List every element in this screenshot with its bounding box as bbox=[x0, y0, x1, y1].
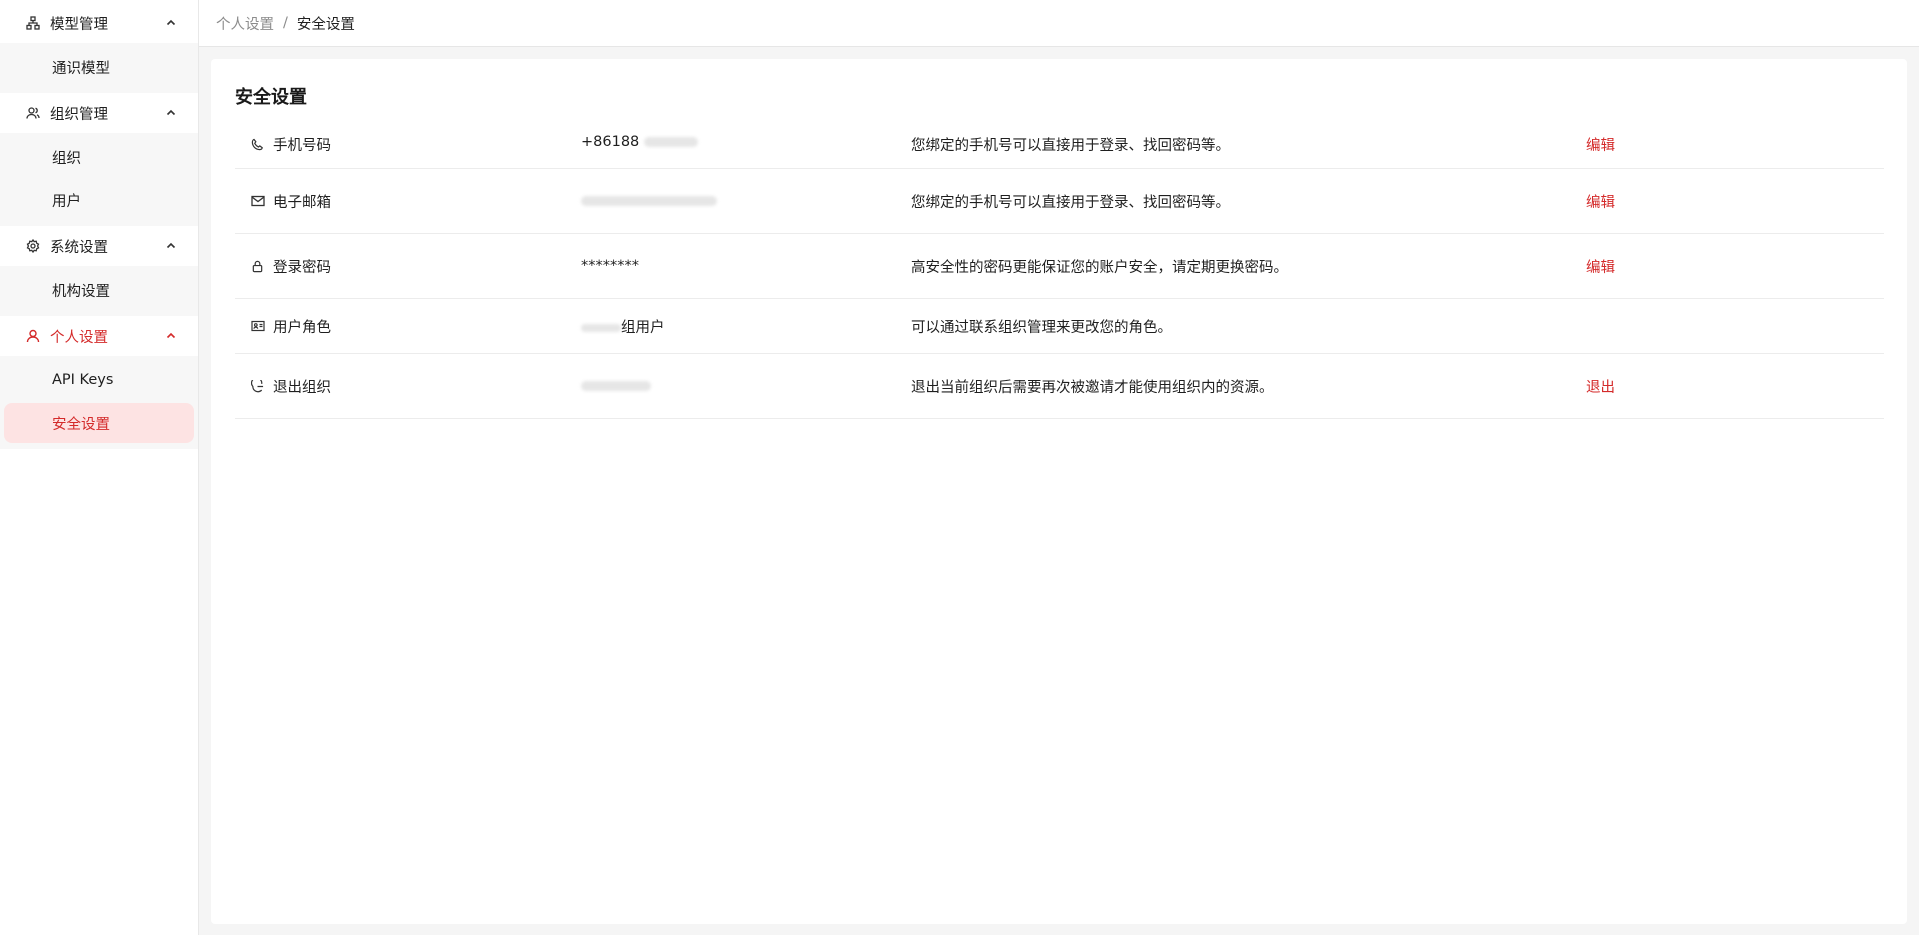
breadcrumb-separator: / bbox=[283, 15, 288, 31]
chevron-up-icon bbox=[166, 107, 178, 119]
logout-icon bbox=[251, 379, 265, 393]
edit-email-button[interactable]: 编辑 bbox=[1586, 191, 1615, 212]
settings-row-email: 电子邮箱 您绑定的手机号可以直接用于登录、找回密码等。 编辑 bbox=[235, 169, 1884, 234]
sidebar-item-institution-settings[interactable]: 机构设置 bbox=[4, 270, 194, 310]
id-card-icon bbox=[251, 319, 265, 333]
users-icon bbox=[26, 105, 42, 121]
sidebar-group-system-settings[interactable]: 系统设置 bbox=[0, 226, 198, 266]
masked-value bbox=[581, 381, 651, 391]
masked-value bbox=[581, 196, 717, 206]
sidebar-item-users[interactable]: 用户 bbox=[4, 180, 194, 220]
row-label: 用户角色 bbox=[273, 319, 331, 336]
sidebar-group-label: 个人设置 bbox=[50, 329, 108, 346]
row-label: 手机号码 bbox=[273, 138, 331, 154]
phone-icon bbox=[251, 138, 265, 152]
sidebar-group-items: 通识模型 bbox=[0, 43, 198, 93]
sidebar: 模型管理 通识模型 组织管理 组织 用户 系统设置 机构设置 个人设置 API … bbox=[0, 0, 199, 935]
chevron-up-icon bbox=[166, 17, 178, 29]
row-label: 退出组织 bbox=[273, 379, 331, 396]
mail-icon bbox=[251, 194, 265, 208]
breadcrumb: 个人设置 / 安全设置 bbox=[199, 0, 1919, 47]
sidebar-group-items: 机构设置 bbox=[0, 266, 198, 316]
row-description: 可以通过联系组织管理来更改您的角色。 bbox=[911, 319, 1172, 336]
row-description: 高安全性的密码更能保证您的账户安全，请定期更换密码。 bbox=[911, 259, 1288, 276]
main-area: 个人设置 / 安全设置 安全设置 手机号码 +86188 您绑定的手机号可以直接… bbox=[199, 0, 1919, 935]
row-name: 登录密码 bbox=[235, 256, 581, 277]
row-description: 您绑定的手机号可以直接用于登录、找回密码等。 bbox=[911, 194, 1230, 211]
chevron-up-icon bbox=[166, 330, 178, 342]
chevron-up-icon bbox=[166, 240, 178, 252]
settings-row-password: 登录密码 ******** 高安全性的密码更能保证您的账户安全，请定期更换密码。… bbox=[235, 234, 1884, 299]
masked-value bbox=[581, 323, 621, 332]
row-value bbox=[581, 378, 911, 394]
sidebar-group-org-management[interactable]: 组织管理 bbox=[0, 93, 198, 133]
gear-icon bbox=[26, 238, 42, 254]
edit-phone-button[interactable]: 编辑 bbox=[1586, 134, 1615, 155]
row-description: 您绑定的手机号可以直接用于登录、找回密码等。 bbox=[911, 138, 1230, 154]
row-name: 电子邮箱 bbox=[235, 191, 581, 212]
sidebar-group-items: 组织 用户 bbox=[0, 133, 198, 226]
settings-row-role: 用户角色 组用户 可以通过联系组织管理来更改您的角色。 bbox=[235, 299, 1884, 354]
sidebar-group-label: 组织管理 bbox=[50, 106, 108, 123]
row-name: 退出组织 bbox=[235, 376, 581, 397]
sidebar-item-api-keys[interactable]: API Keys bbox=[4, 360, 194, 400]
row-value: +86188 bbox=[581, 134, 911, 150]
edit-password-button[interactable]: 编辑 bbox=[1586, 256, 1615, 277]
user-icon bbox=[26, 328, 42, 344]
row-label: 电子邮箱 bbox=[273, 194, 331, 211]
page-title: 安全设置 bbox=[235, 87, 307, 108]
content-wrap: 安全设置 手机号码 +86188 您绑定的手机号可以直接用于登录、找回密码等。 bbox=[199, 47, 1919, 935]
sidebar-group-model-management[interactable]: 模型管理 bbox=[0, 3, 198, 43]
password-value: ******** bbox=[581, 258, 639, 274]
row-description: 退出当前组织后需要再次被邀请才能使用组织内的资源。 bbox=[911, 379, 1274, 396]
sidebar-group-items: API Keys 安全设置 bbox=[0, 356, 198, 449]
sidebar-group-label: 模型管理 bbox=[50, 16, 108, 33]
phone-value: +86188 bbox=[581, 134, 640, 150]
lock-icon bbox=[251, 259, 265, 273]
settings-row-leave-org: 退出组织 退出当前组织后需要再次被邀请才能使用组织内的资源。 退出 bbox=[235, 354, 1884, 419]
leave-org-button[interactable]: 退出 bbox=[1586, 376, 1615, 397]
row-value bbox=[581, 193, 911, 209]
security-card: 安全设置 手机号码 +86188 您绑定的手机号可以直接用于登录、找回密码等。 bbox=[211, 59, 1907, 924]
role-value: 组用户 bbox=[621, 319, 665, 336]
sidebar-item-organization[interactable]: 组织 bbox=[4, 137, 194, 177]
row-label: 登录密码 bbox=[273, 259, 331, 276]
row-name: 手机号码 bbox=[235, 134, 581, 155]
sidebar-item-general-model[interactable]: 通识模型 bbox=[4, 47, 194, 87]
settings-row-phone: 手机号码 +86188 您绑定的手机号可以直接用于登录、找回密码等。 编辑 bbox=[235, 123, 1884, 169]
row-name: 用户角色 bbox=[235, 316, 581, 337]
breadcrumb-parent[interactable]: 个人设置 bbox=[216, 13, 274, 34]
row-value: 组用户 bbox=[581, 316, 911, 337]
breadcrumb-current: 安全设置 bbox=[296, 16, 355, 33]
sidebar-item-security-settings[interactable]: 安全设置 bbox=[4, 403, 194, 443]
sidebar-group-label: 系统设置 bbox=[50, 239, 108, 256]
sidebar-group-personal-settings[interactable]: 个人设置 bbox=[0, 316, 198, 356]
model-management-icon bbox=[26, 15, 42, 31]
masked-value bbox=[643, 137, 698, 147]
